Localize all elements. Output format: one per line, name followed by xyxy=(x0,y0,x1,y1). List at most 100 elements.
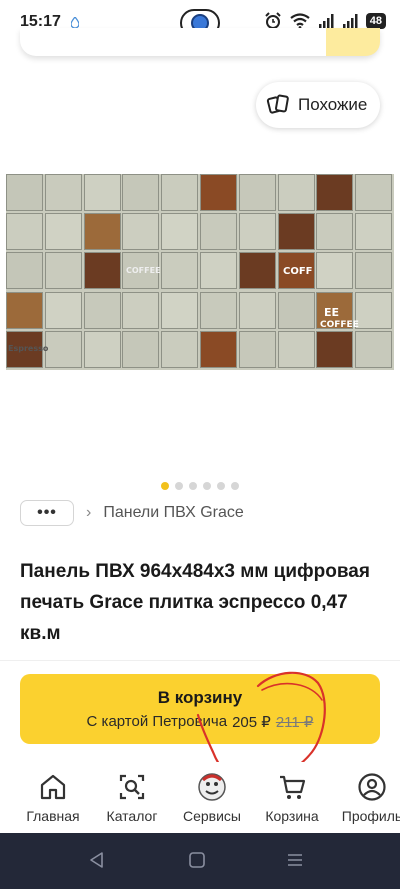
mosaic-tile xyxy=(161,291,199,329)
mosaic-tile xyxy=(122,213,160,251)
bottom-nav: Главная Каталог Сервисы Корзина Профиль xyxy=(0,762,400,832)
old-price: 211 ₽ xyxy=(275,713,314,731)
nav-item-catalog[interactable]: Каталог xyxy=(92,762,172,824)
system-nav-bar xyxy=(0,833,400,889)
add-to-cart-button[interactable]: В корзину С картой Петровича 205 ₽ 211 ₽ xyxy=(20,674,380,744)
mosaic-tile xyxy=(238,330,276,368)
mosaic-tile xyxy=(200,291,237,329)
back-icon[interactable] xyxy=(88,851,106,869)
similar-button[interactable]: Похожие xyxy=(256,82,380,128)
mosaic-tile xyxy=(83,213,121,251)
mosaic-tile xyxy=(316,330,354,368)
nav-label-cart: Корзина xyxy=(265,808,319,824)
card-price-line: С картой Петровича 205 ₽ 211 ₽ xyxy=(87,713,314,731)
add-to-cart-label: В корзину xyxy=(157,687,243,707)
gallery-dot[interactable] xyxy=(161,482,169,490)
mosaic-tile xyxy=(83,252,121,290)
similar-button-label: Похожие xyxy=(298,95,368,114)
mosaic-tile xyxy=(238,174,276,211)
mosaic-tile xyxy=(277,291,315,329)
nav-label-home: Главная xyxy=(26,808,80,824)
water-drop-icon xyxy=(70,16,79,28)
gallery-dot[interactable] xyxy=(175,482,183,490)
profile-icon xyxy=(358,773,386,801)
gallery-dots xyxy=(0,482,400,490)
nav-item-profile[interactable]: Профиль xyxy=(332,762,400,824)
mosaic-tile xyxy=(83,330,121,368)
chevron-right-icon: › xyxy=(86,504,92,521)
mosaic-tile xyxy=(355,330,393,368)
mosaic-tile xyxy=(355,174,393,211)
mosaic-tile xyxy=(161,213,199,251)
signal-icon-2 xyxy=(342,14,358,28)
mosaic-tile-text: Espresso xyxy=(8,344,49,353)
mosaic-tile xyxy=(6,291,43,329)
mosaic-tile xyxy=(238,252,276,290)
mosaic-tile xyxy=(6,252,43,290)
mosaic-tile xyxy=(122,330,160,368)
signal-icon xyxy=(318,14,334,28)
mosaic-tile-text: COFF xyxy=(283,266,313,277)
mosaic-tile xyxy=(238,291,276,329)
search-card xyxy=(20,28,380,56)
mosaic-tile xyxy=(200,330,237,368)
mosaic-tile xyxy=(122,291,160,329)
services-mascot-icon xyxy=(198,773,226,801)
product-title: Панель ПВХ 964х484х3 мм цифровая печать … xyxy=(20,561,370,644)
mosaic-tile xyxy=(200,252,237,290)
cart-icon xyxy=(280,775,306,799)
recents-menu-icon[interactable] xyxy=(286,851,304,869)
mosaic-tile xyxy=(277,174,315,211)
nav-item-home[interactable]: Главная xyxy=(13,762,93,824)
gallery-dot[interactable] xyxy=(203,482,211,490)
breadcrumb: ••• › Панели ПВХ Grace xyxy=(20,500,244,526)
nav-label-catalog: Каталог xyxy=(106,808,158,824)
gallery-dot[interactable] xyxy=(189,482,197,490)
annotation-circle xyxy=(196,671,326,788)
gallery-dot[interactable] xyxy=(231,482,239,490)
battery-indicator: 48 xyxy=(365,13,386,29)
mosaic-tile xyxy=(6,213,43,251)
nav-label-profile: Профиль xyxy=(341,808,400,824)
mosaic-tile xyxy=(44,213,82,251)
mosaic-tile-text: EE xyxy=(324,306,340,319)
mosaic-tile xyxy=(316,174,354,211)
mosaic-tile-text: COFFEE xyxy=(320,320,359,330)
mosaic-tile xyxy=(316,252,354,290)
divider xyxy=(0,660,400,661)
card-price: 205 ₽ xyxy=(232,713,271,731)
mosaic-tile xyxy=(161,174,199,211)
home-button-icon[interactable] xyxy=(188,851,206,869)
mosaic-tile xyxy=(44,291,82,329)
mosaic-tile xyxy=(200,213,237,251)
mosaic-tile xyxy=(6,174,43,211)
nav-item-services[interactable]: Сервисы xyxy=(172,762,252,824)
card-price-text: С картой Петровича xyxy=(86,712,228,730)
breadcrumb-category-link[interactable]: Панели ПВХ Grace xyxy=(103,504,243,522)
mosaic-tile xyxy=(44,174,82,211)
wifi-icon xyxy=(290,13,310,29)
mosaic-tile xyxy=(122,174,160,211)
breadcrumb-more-button[interactable]: ••• xyxy=(20,500,74,526)
mosaic-tile-text: COFFEE xyxy=(126,266,161,275)
mosaic-tile xyxy=(238,213,276,251)
catalog-search-icon xyxy=(119,774,145,800)
nav-item-cart[interactable]: Корзина xyxy=(252,762,332,824)
mosaic-tile xyxy=(200,174,237,211)
mosaic-tile xyxy=(316,213,354,251)
mosaic-tile xyxy=(277,213,315,251)
mosaic-tile xyxy=(277,330,315,368)
nav-label-services: Сервисы xyxy=(182,808,241,824)
mosaic-tile xyxy=(44,330,82,368)
mosaic-tile xyxy=(44,252,82,290)
home-icon xyxy=(40,774,66,800)
search-card-button[interactable] xyxy=(326,28,380,56)
cards-icon xyxy=(266,94,289,114)
product-image[interactable]: COFFEE COFF EE COFFEE Espresso xyxy=(6,174,394,370)
mosaic-tile xyxy=(83,174,121,211)
gallery-dot[interactable] xyxy=(217,482,225,490)
mosaic-tile xyxy=(161,330,199,368)
mosaic-tile xyxy=(355,252,393,290)
mosaic-tile xyxy=(161,252,199,290)
mosaic-tile xyxy=(83,291,121,329)
